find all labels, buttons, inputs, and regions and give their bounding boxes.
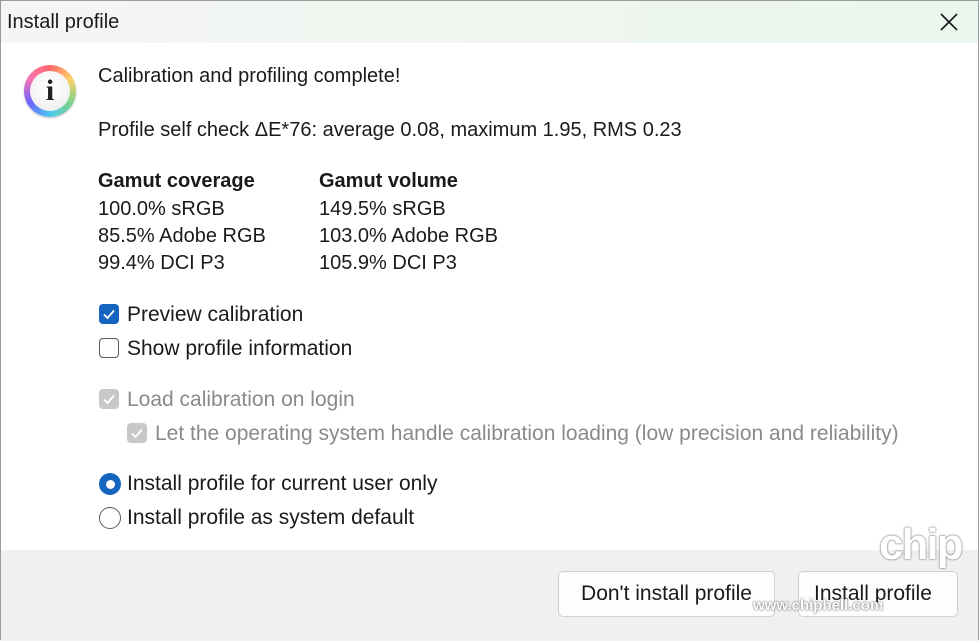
install-system-default-label[interactable]: Install profile as system default <box>127 506 414 530</box>
install-current-user-radio[interactable] <box>99 473 121 495</box>
load-calibration-login-checkbox[interactable] <box>99 389 119 409</box>
volume-srgb: 149.5% sRGB <box>319 198 446 220</box>
checkmark-icon <box>103 309 115 320</box>
preview-calibration-label[interactable]: Preview calibration <box>127 303 303 327</box>
coverage-srgb: 100.0% sRGB <box>98 198 225 220</box>
show-profile-info-checkbox[interactable] <box>99 338 119 358</box>
coverage-dci-p3: 99.4% DCI P3 <box>98 252 225 274</box>
install-profile-dialog: Install profile i Calibration and profil… <box>0 0 979 641</box>
dont-install-button[interactable]: Don't install profile <box>558 571 775 617</box>
coverage-adobe-rgb: 85.5% Adobe RGB <box>98 225 266 247</box>
title-bar: Install profile <box>1 1 978 43</box>
watermark-logo: chip <box>879 520 963 569</box>
close-icon <box>940 13 958 31</box>
watermark-site: www.chiphell.com <box>753 597 884 614</box>
install-system-default-radio[interactable] <box>99 507 121 529</box>
install-current-user-label[interactable]: Install profile for current user only <box>127 472 437 496</box>
os-handle-calibration-label[interactable]: Let the operating system handle calibrat… <box>155 422 899 446</box>
window-title: Install profile <box>7 11 120 33</box>
volume-adobe-rgb: 103.0% Adobe RGB <box>319 225 499 247</box>
checkmark-icon <box>131 428 143 439</box>
info-icon: i <box>24 65 76 117</box>
preview-calibration-checkbox[interactable] <box>99 304 119 324</box>
completion-heading: Calibration and profiling complete! <box>98 65 401 87</box>
checkmark-icon <box>103 394 115 405</box>
load-calibration-login-label[interactable]: Load calibration on login <box>127 388 355 412</box>
volume-dci-p3: 105.9% DCI P3 <box>319 252 457 274</box>
os-handle-calibration-checkbox[interactable] <box>127 423 147 443</box>
self-check-text: Profile self check ΔE*76: average 0.08, … <box>98 119 682 141</box>
gamut-volume-header: Gamut volume <box>319 170 458 192</box>
close-button[interactable] <box>920 1 978 43</box>
show-profile-info-label[interactable]: Show profile information <box>127 337 352 361</box>
gamut-coverage-header: Gamut coverage <box>98 170 255 192</box>
